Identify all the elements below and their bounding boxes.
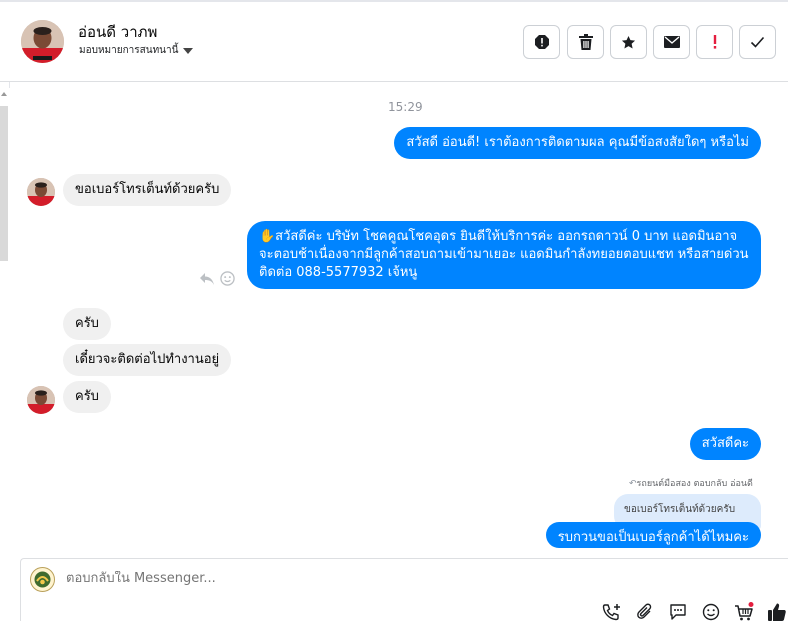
phone-plus-icon xyxy=(602,604,620,621)
quick-reply-icon xyxy=(670,604,686,620)
mark-important-button[interactable] xyxy=(696,25,733,59)
message-timestamp: 15:29 xyxy=(388,100,423,114)
mail-icon xyxy=(663,36,680,48)
incoming-message[interactable]: เดี๋ยวจะติดต่อไปทำงานอยู่ xyxy=(63,344,232,376)
message-actions xyxy=(199,271,235,286)
outgoing-message[interactable]: สวัสดี อ่อนดี! เราต้องการติดตามผล คุณมีข… xyxy=(394,127,761,159)
exclamation-icon xyxy=(713,35,716,49)
page-logo-icon xyxy=(30,567,55,592)
warning-icon xyxy=(534,35,549,49)
shop-cart-icon xyxy=(735,602,754,621)
assign-conversation-dropdown[interactable]: มอบหมายการสนทนานี้ xyxy=(79,43,194,58)
star-button[interactable] xyxy=(610,25,647,59)
shop-button[interactable] xyxy=(733,602,755,621)
message-scrollbar[interactable] xyxy=(0,92,8,562)
message-composer xyxy=(20,558,788,621)
reply-small-icon: ↶ xyxy=(629,479,637,489)
reply-context-note: ↶รถยนต์มือสอง ตอบกลับ อ่อนดี xyxy=(629,479,753,489)
incoming-message[interactable]: ครับ xyxy=(63,308,111,340)
reply-input[interactable] xyxy=(66,571,566,586)
star-icon xyxy=(621,35,636,48)
emoji-icon xyxy=(702,603,720,621)
thumbs-up-icon xyxy=(768,603,786,621)
mark-done-button[interactable] xyxy=(739,25,776,59)
scroll-up-arrow-icon[interactable] xyxy=(1,92,7,96)
composer-toolbar xyxy=(601,602,788,621)
contact-avatar[interactable] xyxy=(21,20,64,63)
contact-avatar-small xyxy=(27,178,55,206)
contact-name: อ่อนดี วาภพ xyxy=(78,23,158,41)
quick-reply-button[interactable] xyxy=(667,602,689,621)
mail-button[interactable] xyxy=(653,25,690,59)
outgoing-message[interactable]: สวัสดีคะ xyxy=(689,428,761,460)
call-button[interactable] xyxy=(601,602,623,621)
contact-avatar-small xyxy=(27,386,55,414)
check-icon xyxy=(750,36,765,48)
like-button[interactable] xyxy=(766,602,788,621)
attach-button[interactable] xyxy=(634,602,656,621)
react-emoji-icon[interactable] xyxy=(220,271,235,286)
outgoing-message[interactable]: รบกวนขอเป็นเบอร์ลูกค้าได้ไหมคะ xyxy=(545,522,761,548)
incoming-message[interactable]: ครับ xyxy=(63,381,111,413)
outgoing-message[interactable]: ✋สวัสดีค่ะ บริษัท โชคคูณโชคอุดร ยินดีให้… xyxy=(247,221,761,289)
conversation-header: อ่อนดี วาภพ มอบหมายการสนทนานี้ xyxy=(0,2,788,82)
trash-icon xyxy=(578,34,593,50)
scroll-thumb[interactable] xyxy=(0,106,8,261)
caret-down-icon xyxy=(183,47,194,54)
paperclip-icon xyxy=(637,603,652,619)
reply-icon[interactable] xyxy=(199,272,215,286)
assign-label: มอบหมายการสนทนานี้ xyxy=(79,45,179,56)
incoming-message[interactable]: ขอเบอร์โทรเต็นท์ด้วยครับ xyxy=(63,174,232,206)
delete-button[interactable] xyxy=(567,25,604,59)
emoji-button[interactable] xyxy=(700,602,722,621)
warning-button[interactable] xyxy=(523,25,560,59)
